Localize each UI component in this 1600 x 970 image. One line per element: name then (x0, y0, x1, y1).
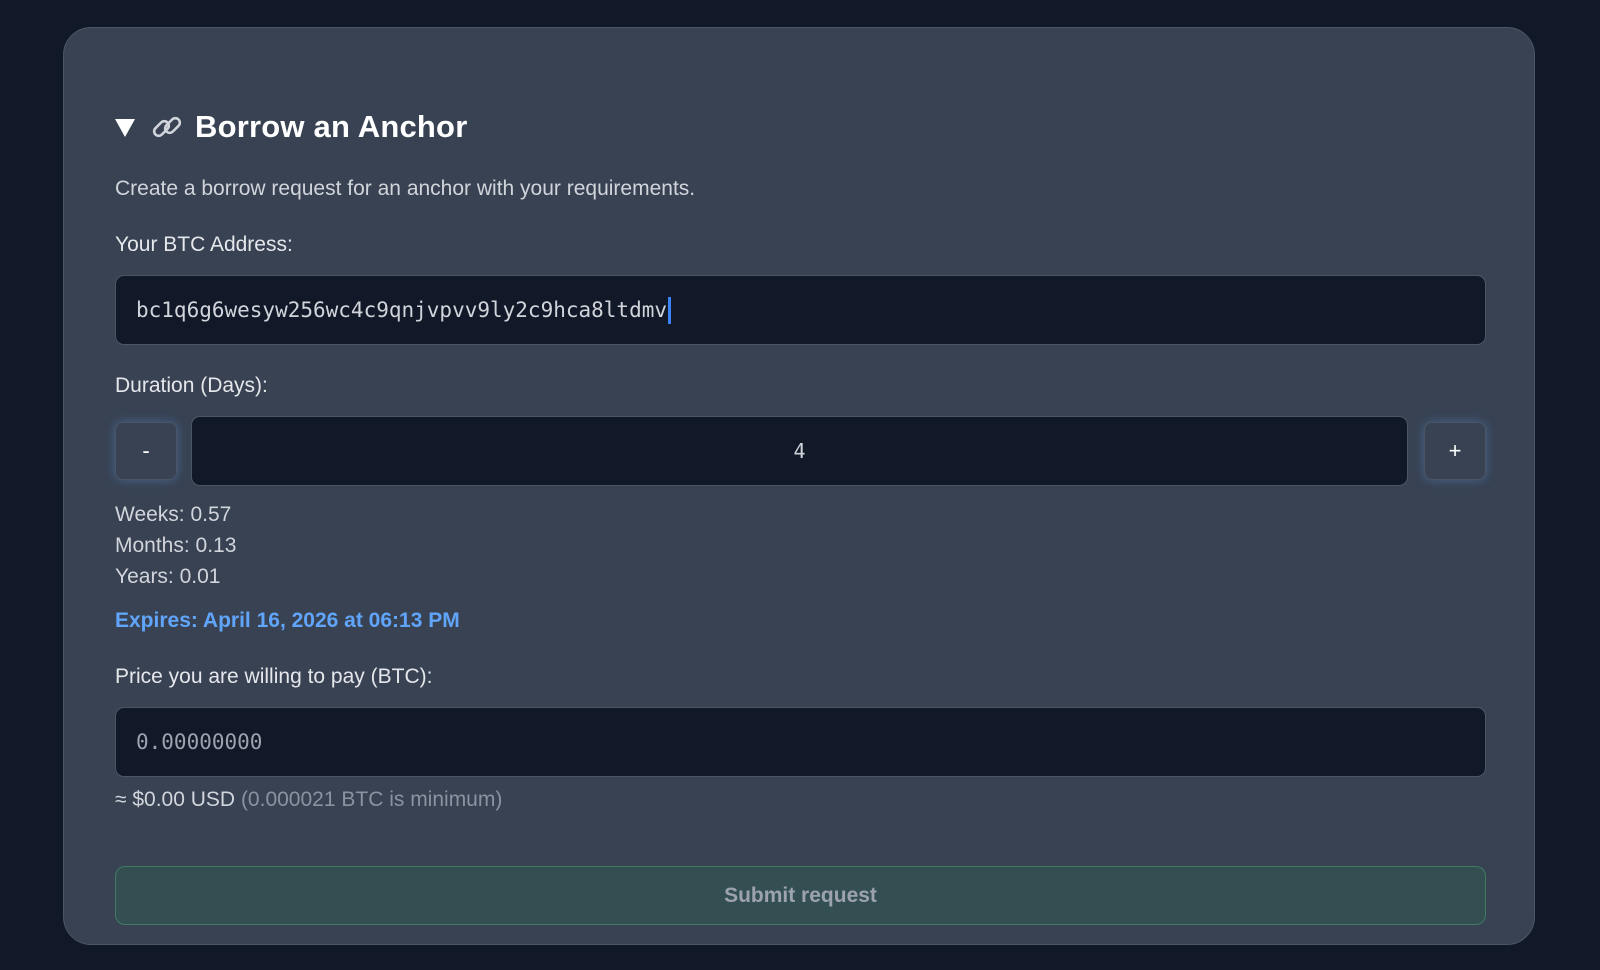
usd-estimate-line: ≈ $0.00 USD (0.000021 BTC is minimum) (115, 788, 502, 812)
borrow-anchor-card: Borrow an Anchor Create a borrow request… (63, 27, 1535, 945)
btc-address-label: Your BTC Address: (115, 233, 293, 256)
section-description: Create a borrow request for an anchor wi… (115, 177, 696, 200)
section-header[interactable]: Borrow an Anchor (115, 107, 467, 147)
duration-value: 4 (793, 439, 806, 463)
duration-label: Duration (Days): (115, 374, 268, 397)
btc-address-input[interactable]: bc1q6g6wesyw256wc4c9qnjvpvv9ly2c9hca8ltd… (115, 275, 1486, 345)
link-icon (152, 116, 182, 138)
duration-increment-button[interactable]: + (1424, 422, 1486, 480)
price-label: Price you are willing to pay (BTC): (115, 665, 433, 688)
submit-request-button[interactable]: Submit request (115, 866, 1486, 925)
duration-weeks: Weeks: 0.57 (115, 503, 232, 526)
price-input[interactable]: 0.00000000 (115, 707, 1486, 777)
price-placeholder: 0.00000000 (136, 730, 263, 754)
section-title: Borrow an Anchor (195, 109, 468, 144)
triangle-down-icon[interactable] (115, 119, 135, 137)
duration-years: Years: 0.01 (115, 565, 221, 588)
btc-address-value: bc1q6g6wesyw256wc4c9qnjvpvv9ly2c9hca8ltd… (136, 298, 668, 322)
expiry-text: Expires: April 16, 2026 at 06:13 PM (115, 609, 460, 632)
minimum-hint: (0.000021 BTC is minimum) (240, 788, 503, 811)
duration-months: Months: 0.13 (115, 534, 237, 557)
usd-estimate: ≈ $0.00 USD (115, 788, 236, 811)
text-caret (668, 296, 672, 324)
duration-input[interactable]: 4 (191, 416, 1408, 486)
duration-decrement-button[interactable]: - (115, 422, 177, 480)
